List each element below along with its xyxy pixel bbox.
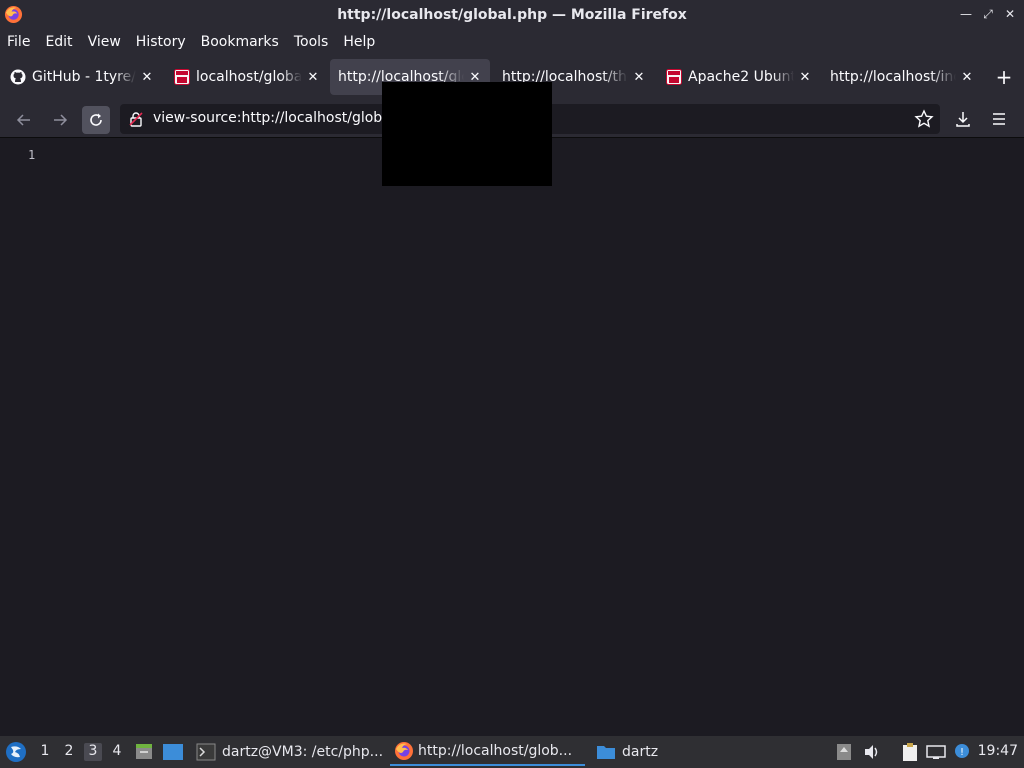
downloads-button[interactable] bbox=[952, 108, 974, 130]
tray-upload-icon[interactable] bbox=[834, 742, 854, 762]
close-icon[interactable]: ✕ bbox=[140, 70, 154, 85]
php-icon bbox=[174, 69, 190, 85]
close-icon[interactable]: ✕ bbox=[1002, 4, 1018, 24]
clipboard-icon[interactable] bbox=[900, 742, 920, 762]
task-label: dartz bbox=[622, 744, 659, 760]
network-icon[interactable] bbox=[926, 742, 946, 762]
workspace-2[interactable]: 2 bbox=[60, 743, 78, 761]
close-icon[interactable]: ✕ bbox=[798, 70, 812, 85]
clock: 19:47 bbox=[977, 743, 1018, 759]
close-icon[interactable]: ✕ bbox=[306, 70, 320, 85]
menu-tools[interactable]: Tools bbox=[294, 34, 329, 50]
minimize-icon[interactable]: — bbox=[958, 4, 974, 24]
download-icon bbox=[956, 112, 970, 127]
menu-bookmarks[interactable]: Bookmarks bbox=[201, 34, 279, 50]
menu-view[interactable]: View bbox=[88, 34, 121, 50]
notification-icon[interactable]: ! bbox=[952, 742, 972, 762]
task-folder[interactable]: dartz bbox=[592, 738, 658, 766]
new-tab-icon[interactable]: + bbox=[994, 67, 1014, 87]
reload-icon bbox=[90, 113, 102, 126]
window-controls: — ⤢ ✕ bbox=[958, 4, 1018, 24]
task-label: dartz@VM3: /etc/php... bbox=[222, 744, 384, 760]
close-icon[interactable]: ✕ bbox=[632, 70, 646, 85]
workspace-3[interactable]: 3 bbox=[84, 743, 102, 761]
task-label: http://localhost/glob... bbox=[418, 743, 573, 759]
tab-label: localhost/global bbox=[196, 69, 302, 85]
maximize-icon[interactable]: ⤢ bbox=[980, 4, 996, 24]
volume-icon[interactable] bbox=[862, 742, 882, 762]
menu-history[interactable]: History bbox=[136, 34, 186, 50]
menu-help[interactable]: Help bbox=[343, 34, 375, 50]
close-icon[interactable]: ✕ bbox=[960, 70, 974, 85]
page-content: 1 bbox=[0, 139, 1024, 736]
terminal-icon bbox=[196, 743, 216, 761]
task-firefox[interactable]: http://localhost/glob... bbox=[390, 738, 585, 766]
menu-bar: File Edit View History Bookmarks Tools H… bbox=[0, 29, 1024, 54]
bookmark-star-icon[interactable] bbox=[914, 109, 934, 129]
task-terminal[interactable]: dartz@VM3: /etc/php... bbox=[192, 738, 383, 766]
menu-edit[interactable]: Edit bbox=[45, 34, 72, 50]
back-arrow-icon bbox=[16, 114, 30, 126]
app-menu-button[interactable] bbox=[988, 108, 1010, 130]
file-manager-icon[interactable] bbox=[134, 742, 154, 762]
tab-label: http://localhost/ind bbox=[830, 69, 956, 85]
workspace-4[interactable]: 4 bbox=[108, 743, 126, 761]
php-icon bbox=[666, 69, 682, 85]
show-desktop-icon[interactable] bbox=[162, 742, 184, 762]
workspace-1[interactable]: 1 bbox=[36, 743, 54, 761]
tab-github[interactable]: GitHub - 1tyre/R ✕ bbox=[10, 59, 160, 95]
lock-icon[interactable] bbox=[128, 111, 144, 127]
svg-text:!: ! bbox=[960, 747, 964, 758]
hamburger-menu-icon bbox=[993, 113, 1005, 125]
tab-localhost-global[interactable]: localhost/global ✕ bbox=[174, 59, 324, 95]
forward-arrow-icon bbox=[54, 114, 68, 126]
window-titlebar: http://localhost/global.php — Mozilla Fi… bbox=[0, 0, 1024, 29]
source-line-number: 1 bbox=[28, 148, 36, 162]
reload-button[interactable] bbox=[82, 106, 110, 134]
start-menu-icon[interactable] bbox=[5, 741, 27, 763]
folder-icon bbox=[597, 746, 615, 759]
tab-localhost-index[interactable]: http://localhost/ind ✕ bbox=[830, 59, 980, 95]
redaction-box-top bbox=[406, 82, 552, 106]
menu-file[interactable]: File bbox=[7, 34, 30, 50]
tab-label: GitHub - 1tyre/R bbox=[32, 69, 136, 85]
forward-button[interactable] bbox=[46, 106, 74, 134]
window-title: http://localhost/global.php — Mozilla Fi… bbox=[337, 6, 687, 23]
url-input[interactable]: view-source:http://localhost/glob bbox=[153, 110, 382, 126]
back-button[interactable] bbox=[10, 106, 38, 134]
firefox-icon bbox=[4, 5, 23, 24]
taskbar: 1 2 3 4 dartz@VM3: /etc/php... http://lo… bbox=[0, 736, 1024, 768]
firefox-icon bbox=[395, 742, 413, 760]
github-icon bbox=[10, 69, 26, 85]
tab-label: Apache2 Ubuntu bbox=[688, 69, 794, 85]
tab-apache2-ubuntu[interactable]: Apache2 Ubuntu ✕ bbox=[666, 59, 816, 95]
